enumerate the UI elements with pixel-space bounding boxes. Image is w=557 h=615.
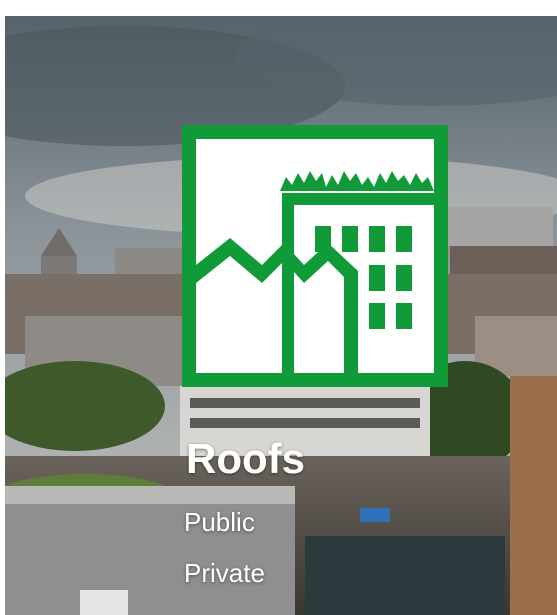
public-link[interactable]: Public <box>184 506 255 538</box>
roofs-category-card[interactable]: Roofs Public Private <box>5 16 557 615</box>
private-link[interactable]: Private <box>184 557 265 589</box>
category-title: Roofs <box>186 435 305 482</box>
green-roof-building-icon <box>182 125 448 387</box>
